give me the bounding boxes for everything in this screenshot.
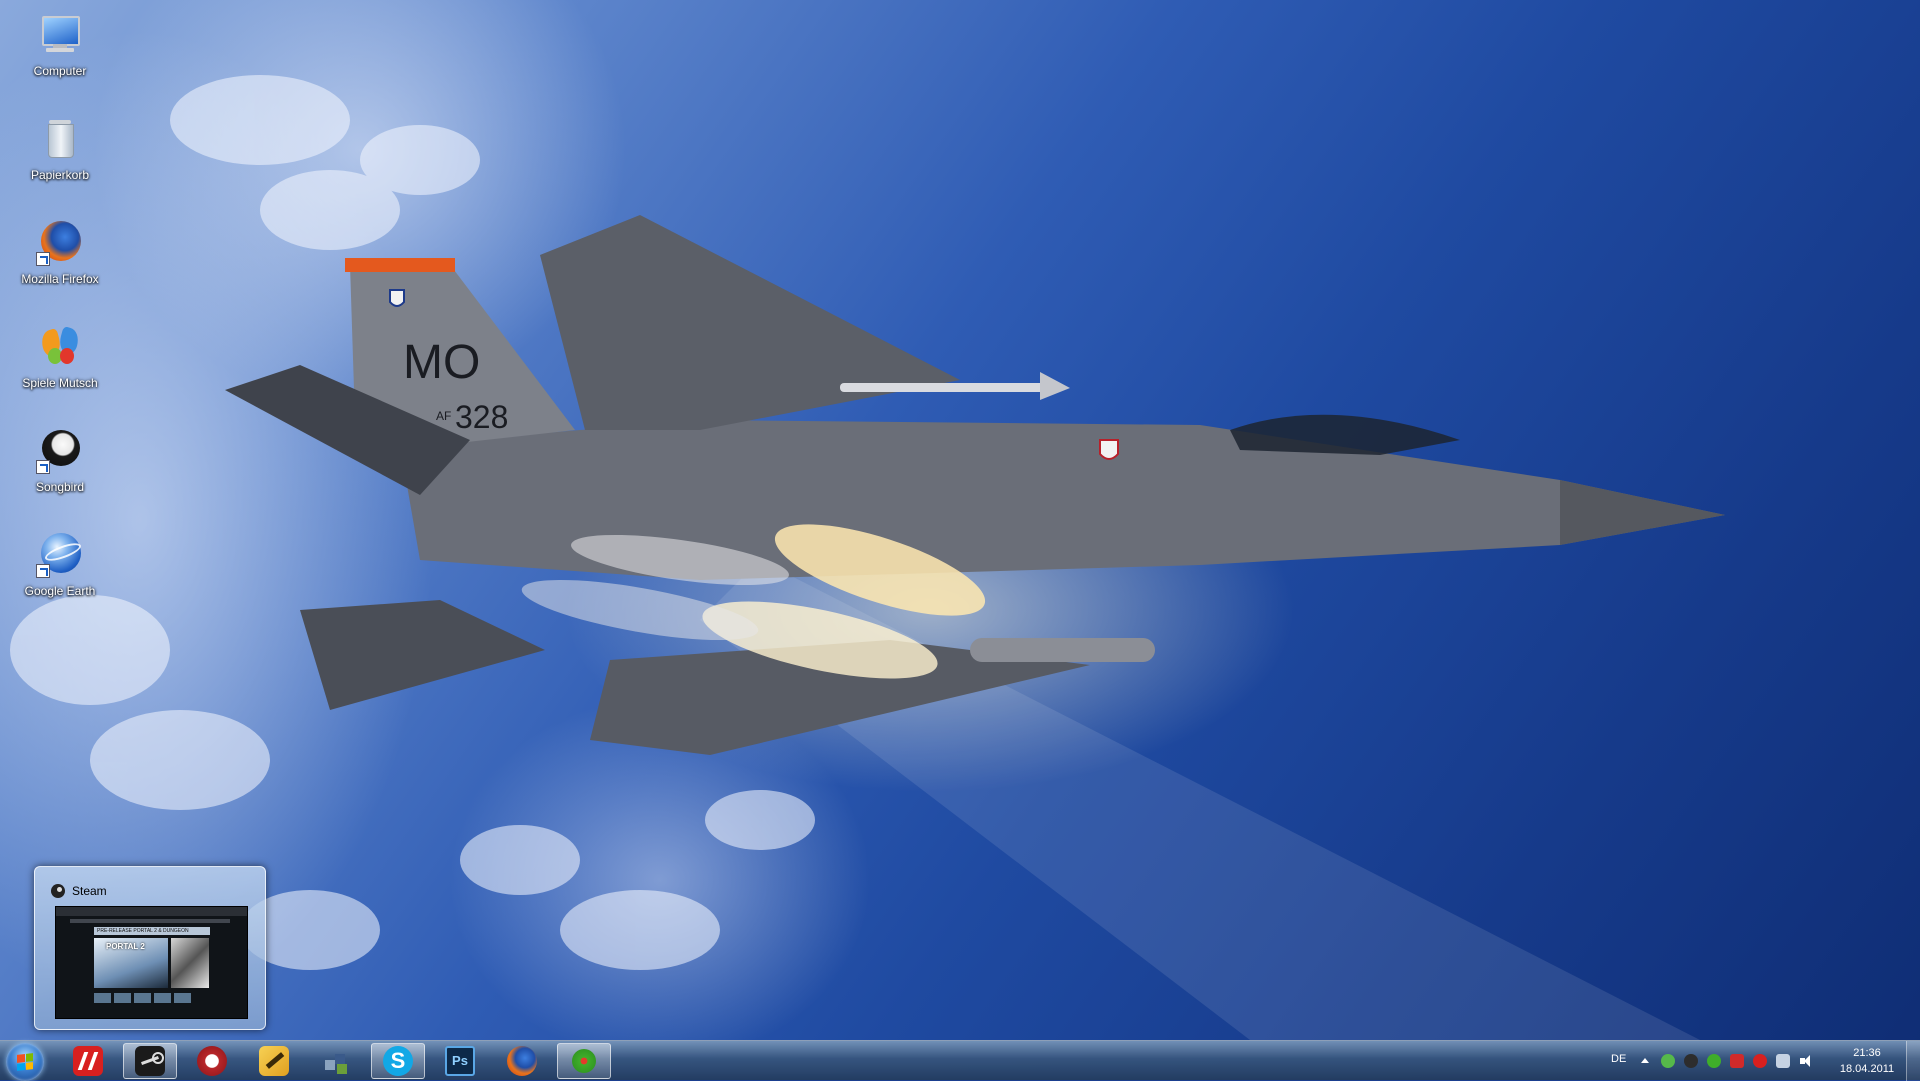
tray-avira-icon[interactable] bbox=[1753, 1054, 1767, 1068]
windows-tiles-icon bbox=[321, 1046, 351, 1076]
language-indicator[interactable]: DE bbox=[1611, 1053, 1626, 1065]
desktop-icon-google-earth[interactable]: Google Earth bbox=[14, 524, 106, 614]
taskbar-winamp[interactable] bbox=[247, 1043, 301, 1079]
network-icon[interactable] bbox=[1776, 1054, 1790, 1068]
desktop-icon-label: Spiele Mutsch bbox=[22, 376, 98, 390]
shortcut-arrow-icon bbox=[36, 564, 50, 578]
desktop-icon-computer[interactable]: Computer bbox=[14, 4, 106, 94]
desktop-icon-label: Songbird bbox=[35, 480, 85, 494]
msn-butterfly-icon bbox=[36, 322, 84, 370]
taskbar-avira[interactable] bbox=[61, 1043, 115, 1079]
tray-steam-icon[interactable] bbox=[1684, 1054, 1698, 1068]
preview-title-text: Steam bbox=[72, 884, 107, 898]
show-hidden-icons-icon[interactable] bbox=[1641, 1058, 1649, 1063]
steam-icon bbox=[51, 884, 65, 898]
taskbar-windows-tiles[interactable] bbox=[309, 1043, 363, 1079]
computer-icon bbox=[36, 10, 84, 58]
app-red-circle-icon bbox=[197, 1046, 227, 1076]
tray-green-icon[interactable] bbox=[1661, 1054, 1675, 1068]
taskbar-red-app[interactable] bbox=[185, 1043, 239, 1079]
taskbar-skype[interactable]: S bbox=[371, 1043, 425, 1079]
show-desktop-button[interactable] bbox=[1906, 1041, 1920, 1081]
desktop-wallpaper: MO AF 328 bbox=[0, 0, 1920, 1080]
desktop-icon-firefox[interactable]: Mozilla Firefox bbox=[14, 212, 106, 302]
windows-logo-icon bbox=[17, 1053, 33, 1071]
tray-security-icon[interactable] bbox=[1730, 1054, 1744, 1068]
jet-image: MO AF 328 bbox=[10, 75, 1725, 1040]
photoshop-icon: Ps bbox=[445, 1046, 475, 1076]
shortcut-arrow-icon bbox=[36, 252, 50, 266]
preview-thumbnail[interactable]: PRE-RELEASE PORTAL 2 & DUNGEON PORTAL 2 bbox=[55, 906, 248, 1019]
icq-icon bbox=[569, 1046, 599, 1076]
preview-title: Steam bbox=[51, 884, 107, 898]
taskbar: S Ps DE 21:36 18.04.2011 bbox=[0, 1040, 1920, 1081]
google-earth-icon bbox=[36, 530, 84, 578]
tail-code-text: MO bbox=[403, 336, 480, 389]
desktop-icon-spiele-mutsch[interactable]: Spiele Mutsch bbox=[14, 316, 106, 406]
taskbar-firefox[interactable] bbox=[495, 1043, 549, 1079]
tail-number-text: 328 bbox=[455, 399, 508, 435]
desktop-icon-songbird[interactable]: Songbird bbox=[14, 420, 106, 510]
desktop-icon-label: Mozilla Firefox bbox=[21, 272, 99, 286]
thumbnail-tiles bbox=[94, 993, 191, 1003]
clock-date: 18.04.2011 bbox=[1839, 1063, 1895, 1075]
firefox-icon bbox=[507, 1046, 537, 1076]
winamp-icon bbox=[259, 1046, 289, 1076]
recycle-bin-icon bbox=[36, 114, 84, 162]
tail-prefix-text: AF bbox=[436, 409, 451, 423]
shortcut-arrow-icon bbox=[36, 460, 50, 474]
thumbnail-banner: PRE-RELEASE PORTAL 2 & DUNGEON bbox=[94, 927, 210, 935]
taskbar-steam[interactable] bbox=[123, 1043, 177, 1079]
tray-icq-icon[interactable] bbox=[1707, 1054, 1721, 1068]
volume-icon[interactable] bbox=[1799, 1054, 1813, 1068]
thumbnail-hero-text: PORTAL 2 bbox=[106, 942, 145, 951]
system-clock[interactable]: 21:36 18.04.2011 bbox=[1831, 1045, 1903, 1077]
start-button[interactable] bbox=[6, 1043, 44, 1081]
avira-icon bbox=[73, 1046, 103, 1076]
skype-icon: S bbox=[383, 1046, 413, 1076]
songbird-icon bbox=[36, 426, 84, 474]
desktop-icon-label: Google Earth bbox=[24, 584, 96, 598]
taskbar-photoshop[interactable]: Ps bbox=[433, 1043, 487, 1079]
steam-taskbar-preview[interactable]: Steam PRE-RELEASE PORTAL 2 & DUNGEON POR… bbox=[34, 866, 266, 1030]
desktop-icon-label: Computer bbox=[33, 64, 87, 78]
thumbnail-hero: PORTAL 2 bbox=[94, 938, 168, 988]
desktop-icon-label: Papierkorb bbox=[30, 168, 90, 182]
desktop-icon-recycle-bin[interactable]: Papierkorb bbox=[14, 108, 106, 198]
thumbnail-side-image bbox=[171, 938, 209, 988]
clock-time: 21:36 bbox=[1853, 1047, 1881, 1059]
firefox-icon bbox=[36, 218, 84, 266]
steam-icon bbox=[135, 1046, 165, 1076]
taskbar-icq[interactable] bbox=[557, 1043, 611, 1079]
